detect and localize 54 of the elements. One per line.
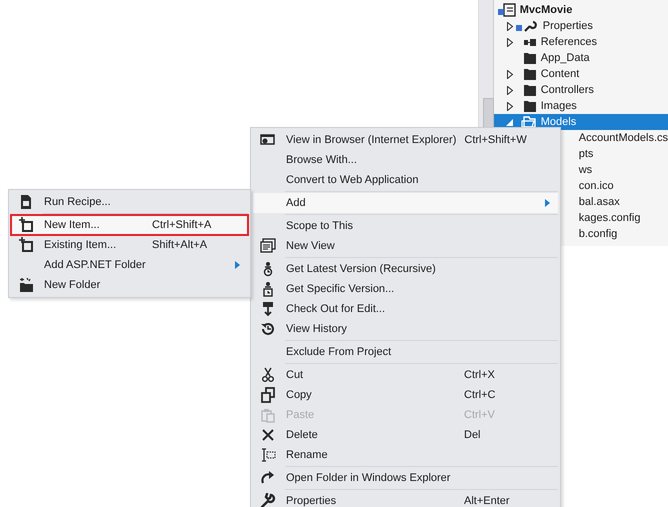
check-out-icon bbox=[260, 301, 276, 317]
copy-icon bbox=[260, 387, 276, 403]
new-folder-icon bbox=[18, 277, 34, 293]
folder-icon bbox=[524, 84, 536, 96]
scrollbar-thumb[interactable] bbox=[483, 98, 494, 128]
locked-wrench-icon bbox=[516, 20, 538, 32]
document-icon bbox=[18, 194, 34, 210]
tree-item[interactable]: Properties bbox=[494, 18, 668, 34]
wrench-icon bbox=[260, 493, 276, 507]
menu-item[interactable]: Cut Ctrl+X bbox=[253, 365, 558, 385]
menu-item[interactable]: Rename bbox=[253, 445, 558, 465]
menu-item[interactable]: Open Folder in Windows Explorer bbox=[253, 468, 558, 488]
menu-item[interactable]: Existing Item... Shift+Alt+A bbox=[11, 235, 248, 255]
menu-item[interactable]: Add bbox=[253, 193, 558, 213]
new-item-icon bbox=[18, 217, 34, 233]
menu-item[interactable]: New Item... Ctrl+Shift+A bbox=[11, 215, 248, 235]
menu-item[interactable]: Delete Del bbox=[253, 425, 558, 445]
menu-item[interactable]: Check Out for Edit... bbox=[253, 299, 558, 319]
menu-item[interactable]: View History bbox=[253, 319, 558, 339]
new-item-icon bbox=[18, 237, 34, 253]
tree-item[interactable]: Content bbox=[494, 66, 668, 82]
view-icon bbox=[260, 238, 276, 254]
menu-item[interactable]: Copy Ctrl+C bbox=[253, 385, 558, 405]
curved-arrow-icon bbox=[260, 470, 276, 486]
menu-item[interactable]: Add ASP.NET Folder bbox=[11, 255, 248, 275]
tree-item[interactable]: Controllers bbox=[494, 82, 668, 98]
menu-item[interactable]: New View bbox=[253, 236, 558, 256]
references-icon bbox=[524, 38, 536, 46]
menu-item[interactable]: Properties Alt+Enter bbox=[253, 491, 558, 507]
rename-icon bbox=[260, 447, 276, 463]
folder-icon bbox=[524, 68, 536, 80]
menu-item[interactable]: View in Browser (Internet Explorer) Ctrl+Shift+W bbox=[253, 130, 558, 150]
folder-icon bbox=[524, 100, 536, 112]
menu-item[interactable]: Run Recipe... bbox=[11, 192, 248, 212]
tree-item[interactable]: MvcMovie bbox=[494, 2, 668, 18]
menu-item[interactable]: Get Specific Version... bbox=[253, 279, 558, 299]
tree-item[interactable]: Models bbox=[494, 114, 668, 130]
paste-icon bbox=[260, 407, 276, 423]
menu-item[interactable]: Browse With... bbox=[253, 150, 558, 170]
tree-item[interactable]: References bbox=[494, 34, 668, 50]
menu-item[interactable]: Convert to Web Application bbox=[253, 170, 558, 190]
scissors-icon bbox=[260, 367, 276, 383]
tree-item[interactable]: App_Data bbox=[494, 50, 668, 66]
history-icon bbox=[260, 321, 276, 337]
menu-item[interactable]: Exclude From Project bbox=[253, 342, 558, 362]
menu-item[interactable]: Scope to This bbox=[253, 216, 558, 236]
tree-item[interactable]: Images bbox=[494, 98, 668, 114]
menu-item[interactable]: New Folder bbox=[11, 275, 248, 295]
delete-icon bbox=[260, 427, 276, 443]
browser-window-icon bbox=[260, 132, 276, 148]
project-icon bbox=[498, 3, 516, 17]
open-folder-icon bbox=[520, 116, 536, 128]
folder-icon bbox=[524, 52, 536, 64]
menu-item[interactable]: Get Latest Version (Recursive) bbox=[253, 259, 558, 279]
